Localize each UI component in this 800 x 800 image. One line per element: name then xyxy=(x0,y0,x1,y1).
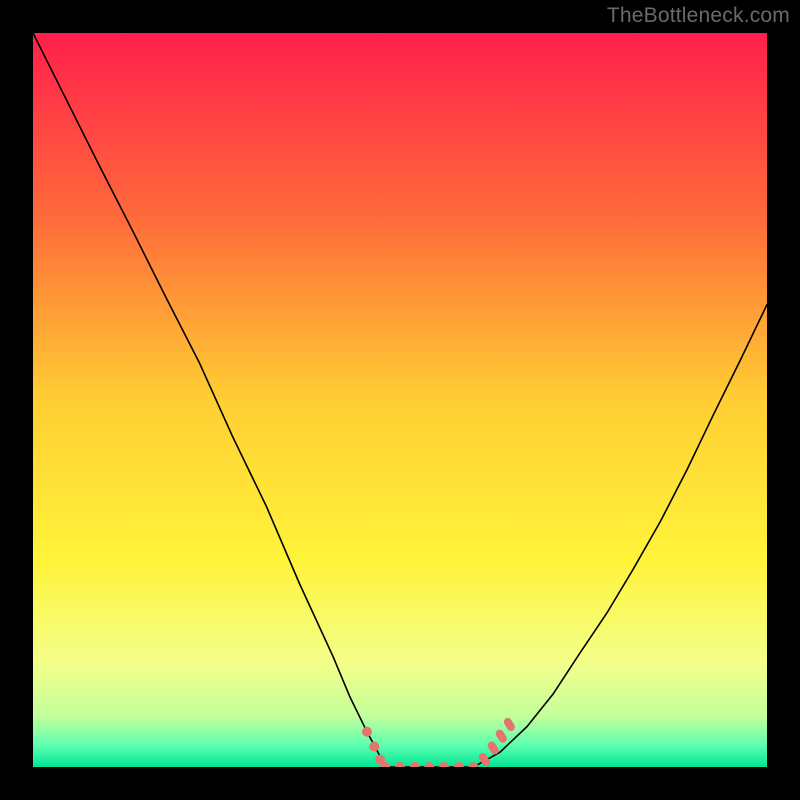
plot-area xyxy=(33,33,767,767)
chart-background xyxy=(33,33,767,767)
marker-left-dot-mid xyxy=(369,741,379,751)
watermark-text: TheBottleneck.com xyxy=(607,4,790,28)
marker-left-dot-upper xyxy=(362,727,372,737)
app-frame: TheBottleneck.com xyxy=(0,0,800,800)
chart-svg xyxy=(33,33,767,767)
